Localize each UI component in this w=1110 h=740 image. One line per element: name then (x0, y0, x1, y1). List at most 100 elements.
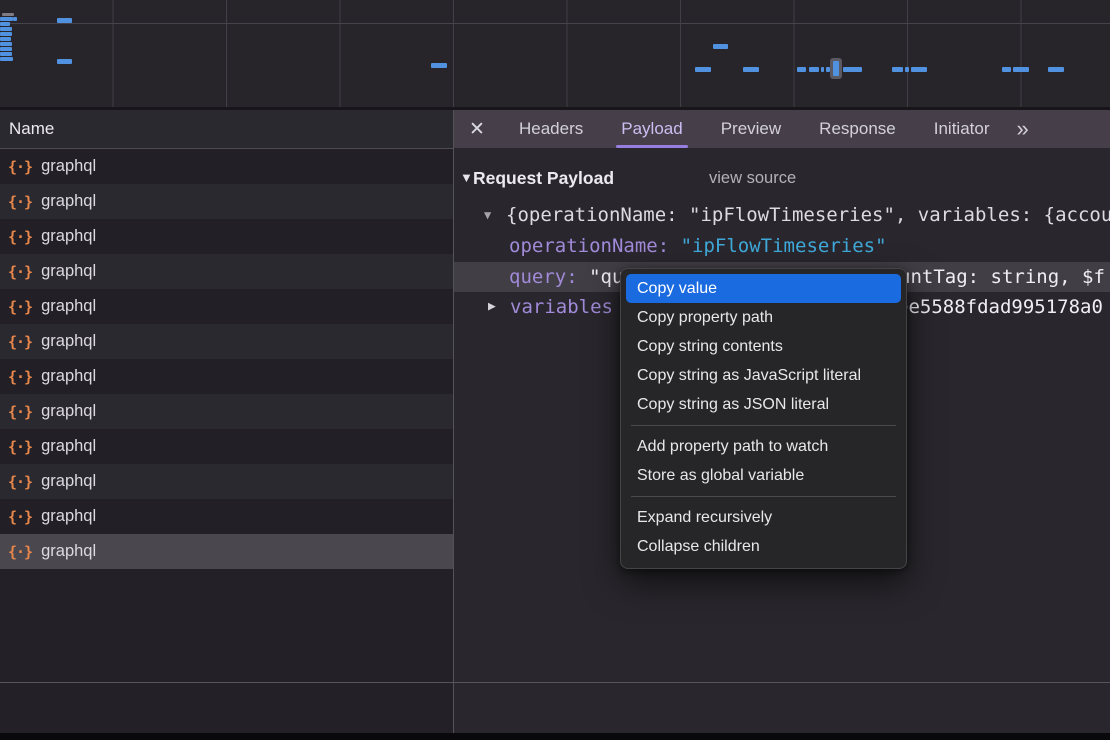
root-expand-icon[interactable]: ▼ (484, 200, 491, 230)
menu-item-expand-recursively[interactable]: Expand recursively (626, 503, 901, 532)
menu-item-copy-string-as-json-literal[interactable]: Copy string as JSON literal (626, 390, 901, 419)
request-timing-bar (431, 63, 447, 68)
name-column-label: Name (9, 119, 54, 138)
json-braces-icon: {·} (8, 298, 32, 316)
tab-preview[interactable]: Preview (704, 110, 798, 148)
request-name-label: graphql (41, 227, 96, 246)
menu-divider (631, 425, 896, 426)
menu-item-copy-string-contents[interactable]: Copy string contents (626, 332, 901, 361)
operation-name-row[interactable]: operationName: "ipFlowTimeseries" (454, 231, 1110, 261)
close-icon[interactable]: ✕ (454, 118, 500, 141)
request-timing-bar (905, 67, 909, 72)
query-value-left: "qu (589, 266, 623, 288)
tab-headers[interactable]: Headers (502, 110, 600, 148)
request-timing-bar (13, 17, 17, 21)
network-request-row[interactable]: {·} graphql (0, 464, 453, 499)
request-payload-section: ▼ Request Payload view source (454, 163, 1110, 193)
menu-item-copy-string-as-javascript-literal[interactable]: Copy string as JavaScript literal (626, 361, 901, 390)
json-braces-icon: {·} (8, 158, 32, 176)
json-braces-icon: {·} (8, 473, 32, 491)
network-request-row[interactable]: {·}graphql (0, 359, 453, 394)
request-name-label: graphql (41, 472, 96, 491)
json-braces-icon: {·} (8, 333, 32, 351)
network-request-row[interactable]: {·}graphql (0, 324, 453, 359)
footer-right (454, 683, 1110, 733)
scrubber-bar (2, 13, 14, 16)
request-timing-bar (695, 67, 711, 72)
main-split: Name {·}graphql{·}graphql{·}graphql{·}gr… (0, 110, 1110, 682)
request-timing-bar (743, 67, 759, 72)
root-preview-text: {operationName: "ipFlowTimeseries", vari… (506, 200, 1110, 230)
request-timing-bar (0, 22, 10, 26)
request-timing-bar (0, 57, 13, 61)
footer-left (0, 683, 454, 733)
request-list-panel: Name {·}graphql{·}graphql{·}graphql{·}gr… (0, 110, 454, 682)
request-name-label: graphql (41, 542, 96, 561)
operation-name-key: operationName: (509, 235, 669, 257)
json-braces-icon: {·} (8, 228, 32, 246)
network-request-row[interactable]: {·} graphql (0, 534, 453, 569)
tab-payload[interactable]: Payload (604, 110, 699, 148)
tab-initiator[interactable]: Initiator (917, 110, 1007, 148)
json-braces-icon: {·} (8, 193, 32, 211)
view-source-link[interactable]: view source (709, 163, 796, 193)
request-timing-bar (911, 67, 927, 72)
request-name-label: graphql (41, 297, 96, 316)
request-list: {·} graphql {·} graphql {·} graphql {·} graphql… (0, 149, 453, 569)
menu-item-collapse-children[interactable]: Collapse children (626, 532, 901, 561)
json-braces-icon: {·} (8, 438, 32, 456)
request-timing-bar (0, 32, 12, 36)
network-request-row[interactable]: {·} graphql (0, 429, 453, 464)
section-title: Request Payload (473, 163, 614, 193)
network-request-row[interactable]: {·}graphql (0, 149, 453, 184)
request-name-label: graphql (41, 507, 96, 526)
menu-item-copy-value[interactable]: Copy value (626, 274, 901, 303)
network-overview-timeline[interactable] (0, 0, 1110, 110)
request-timing-bar (843, 67, 862, 72)
window-bottom-edge (0, 733, 1110, 740)
detail-tabs: HeadersPayloadPreviewResponseInitiator (500, 110, 1008, 148)
request-timing-bar (821, 67, 824, 72)
variables-value-right: ee5588fdad995178a0 (897, 292, 1103, 322)
name-column-header[interactable]: Name (0, 110, 453, 149)
operation-name-value: "ipFlowTimeseries" (681, 235, 887, 257)
more-tabs-chevron-icon[interactable]: » (1016, 116, 1028, 142)
request-timing-bar (0, 27, 12, 31)
request-name-label: graphql (41, 402, 96, 421)
tab-response[interactable]: Response (802, 110, 913, 148)
request-name-label: graphql (41, 367, 96, 386)
network-request-row[interactable]: {·} graphql (0, 219, 453, 254)
menu-item-copy-property-path[interactable]: Copy property path (626, 303, 901, 332)
menu-item-add-property-path-to-watch[interactable]: Add property path to watch (626, 432, 901, 461)
variables-key: variables (510, 292, 613, 322)
json-braces-icon: {·} (8, 403, 32, 421)
network-request-row[interactable]: {·} graphql (0, 499, 453, 534)
request-name-label: graphql (41, 437, 96, 456)
panel-footer (0, 682, 1110, 733)
request-timing-bar (1002, 67, 1011, 72)
request-timing-bar (0, 17, 13, 21)
query-key: query: (509, 266, 578, 288)
payload-root-row[interactable]: ▼ {operationName: "ipFlowTimeseries", va… (454, 200, 1110, 230)
request-name-label: graphql (41, 262, 96, 281)
menu-item-store-as-global-variable[interactable]: Store as global variable (626, 461, 901, 490)
request-timing-bar (57, 59, 72, 64)
section-expand-icon[interactable]: ▼ (460, 163, 473, 193)
request-timing-bar (0, 52, 12, 56)
request-timing-bar (1048, 67, 1064, 72)
devtools-network-panel: Name {·}graphql{·}graphql{·}graphql{·}gr… (0, 0, 1110, 740)
context-menu: Copy valueCopy property pathCopy string … (620, 268, 907, 569)
network-request-row[interactable]: {·} graphql (0, 289, 453, 324)
selected-request-marker (830, 58, 842, 79)
network-request-row[interactable]: {·} graphql (0, 184, 453, 219)
request-name-label: graphql (41, 192, 96, 211)
detail-tab-bar: ✕ HeadersPayloadPreviewResponseInitiator… (454, 110, 1110, 148)
request-timing-bar (57, 18, 72, 23)
network-request-row[interactable]: {·} graphql (0, 394, 453, 429)
json-braces-icon: {·} (8, 508, 32, 526)
json-braces-icon: {·} (8, 543, 32, 561)
request-timing-bar (797, 67, 806, 72)
network-request-row[interactable]: {·}graphql (0, 254, 453, 289)
request-timing-bar (0, 37, 11, 41)
variables-expand-icon[interactable]: ▶ (488, 292, 496, 322)
